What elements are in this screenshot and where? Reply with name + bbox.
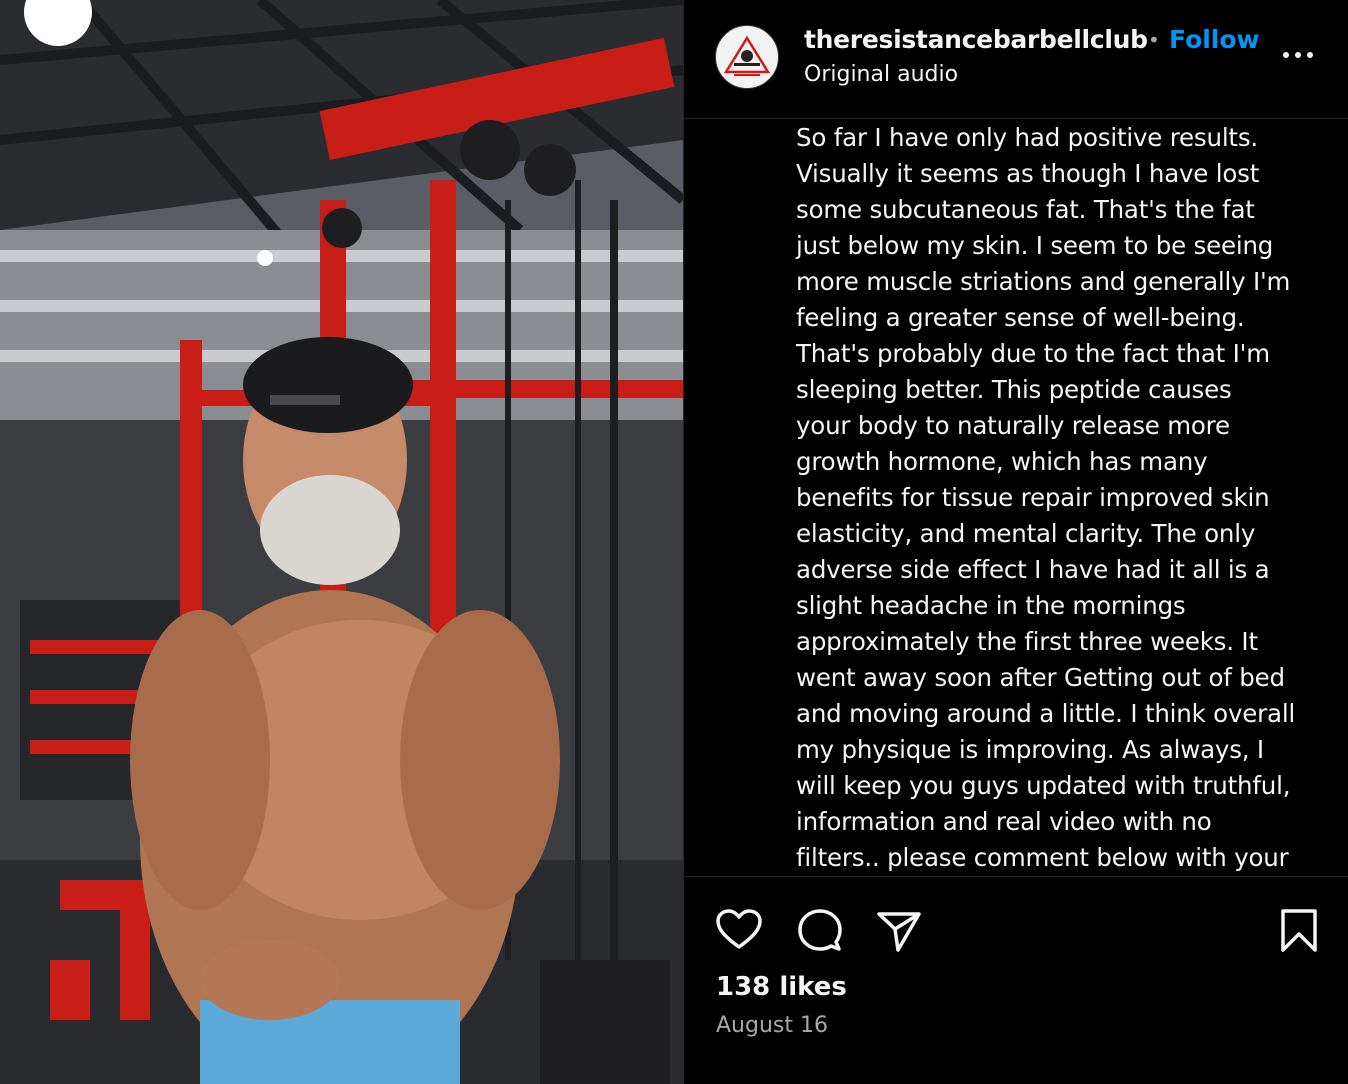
avatar[interactable] bbox=[715, 25, 779, 89]
caption-line: That's probably due to the fact that I'm bbox=[796, 339, 1270, 368]
caption-line: benefits for tissue repair improved skin bbox=[796, 483, 1270, 512]
caption-line: sleeping better. This peptide causes bbox=[796, 375, 1232, 404]
caption-line: your body to naturally release more bbox=[796, 411, 1230, 440]
caption-line: went away soon after Getting out of bed bbox=[796, 663, 1285, 692]
like-button[interactable] bbox=[714, 906, 764, 956]
caption-line: some subcutaneous fat. That's the fat bbox=[796, 195, 1255, 224]
share-button[interactable] bbox=[874, 906, 924, 956]
caption-line: feeling a greater sense of well-being. bbox=[796, 303, 1245, 332]
share-icon bbox=[877, 912, 921, 952]
caption-line: So far I have only had positive results. bbox=[796, 123, 1258, 152]
caption-line: Visually it seems as though I have lost bbox=[796, 159, 1260, 188]
more-icon[interactable] bbox=[1280, 40, 1316, 70]
caption-line: more muscle striations and generally I'm bbox=[796, 267, 1291, 296]
bookmark-icon bbox=[1281, 909, 1317, 952]
caption-scroll-area[interactable]: So far I have only had positive results.… bbox=[684, 120, 1348, 877]
caption-line: approximately the first three weeks. It bbox=[796, 627, 1258, 656]
post-date[interactable]: August 16 bbox=[716, 1013, 828, 1038]
comment-button[interactable] bbox=[794, 906, 844, 956]
caption-line: and moving around a little. I think over… bbox=[796, 699, 1296, 728]
caption-line: my physique is improving. As always, I bbox=[796, 735, 1264, 764]
likes-count[interactable]: 138 likes bbox=[716, 972, 847, 1002]
caption-line: elasticity, and mental clarity. The only bbox=[796, 519, 1256, 548]
post-video[interactable] bbox=[0, 0, 683, 1084]
caption-line: information and real video with no bbox=[796, 807, 1212, 836]
follow-button[interactable]: Follow bbox=[1169, 25, 1260, 54]
caption-line: adverse side effect I have had it all is… bbox=[796, 555, 1270, 584]
post-caption: So far I have only had positive results.… bbox=[796, 120, 1321, 876]
caption-line: will keep you guys updated with truthful… bbox=[796, 771, 1291, 800]
caption-line: growth hormone, which has many bbox=[796, 447, 1208, 476]
post-panel: theresistancebarbellclub • Follow Origin… bbox=[683, 0, 1348, 1084]
save-button[interactable] bbox=[1274, 906, 1324, 956]
caption-line: filters.. please comment below with your bbox=[796, 843, 1289, 872]
separator-dot: • bbox=[1148, 28, 1160, 52]
caption-line: slight headache in the mornings bbox=[796, 591, 1186, 620]
username-link[interactable]: theresistancebarbellclub bbox=[804, 25, 1148, 54]
comment-icon bbox=[798, 909, 842, 951]
audio-link[interactable]: Original audio bbox=[804, 62, 958, 87]
gym-photo bbox=[0, 0, 683, 1084]
post-header: theresistancebarbellclub • Follow Origin… bbox=[684, 0, 1348, 119]
heart-icon bbox=[716, 909, 762, 949]
caption-line: just below my skin. I seem to be seeing bbox=[796, 231, 1274, 260]
club-logo-icon bbox=[716, 26, 778, 88]
